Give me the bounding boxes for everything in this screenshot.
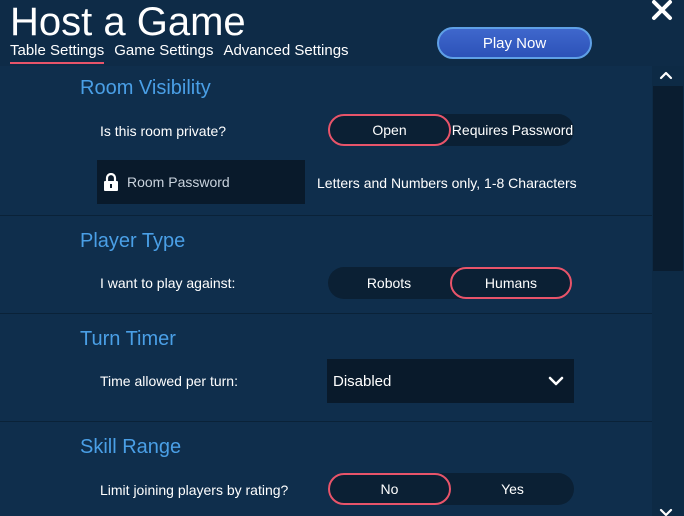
option-yes[interactable]: Yes [451,473,574,505]
room-visibility-title: Room Visibility [80,77,211,99]
private-room-question: Is this room private? [100,123,227,139]
page-title: Host a Game [10,0,246,44]
player-type-toggle: Robots Humans [328,267,572,299]
player-type-section: Player Type I want to play against: Robo… [0,216,652,314]
tab-table-settings[interactable]: Table Settings [10,42,105,64]
skill-range-toggle: No Yes [328,473,574,505]
turn-timer-section: Turn Timer Time allowed per turn: Disabl… [0,314,652,422]
header: Host a Game Table Settings Game Settings… [0,0,684,66]
option-requires-password[interactable]: Requires Password [451,114,574,146]
settings-tabs: Table Settings Game Settings Advanced Se… [10,42,349,64]
option-open[interactable]: Open [328,114,451,146]
room-visibility-section: Room Visibility Is this room private? Op… [0,66,652,216]
room-password-input[interactable] [127,174,287,190]
scrollbar-thumb[interactable] [653,86,683,271]
settings-panel: Room Visibility Is this room private? Op… [0,66,652,516]
password-hint: Letters and Numbers only, 1-8 Characters [317,175,577,191]
play-against-question: I want to play against: [100,275,236,291]
room-password-field[interactable] [97,160,305,204]
option-no[interactable]: No [328,473,451,505]
chevron-up-icon[interactable] [659,70,673,80]
turn-timer-title: Turn Timer [80,328,176,350]
turn-timer-value: Disabled [333,372,392,390]
turn-timer-dropdown[interactable]: Disabled [327,359,574,403]
chevron-down-icon [548,376,564,386]
option-robots[interactable]: Robots [328,267,450,299]
play-now-button[interactable]: Play Now [437,27,592,59]
visibility-toggle: Open Requires Password [328,114,574,146]
close-icon[interactable] [650,0,674,22]
skill-range-title: Skill Range [80,436,182,458]
tab-advanced-settings[interactable]: Advanced Settings [223,42,348,64]
skill-range-section: Skill Range Limit joining players by rat… [0,422,652,516]
time-per-turn-label: Time allowed per turn: [100,373,238,389]
option-humans[interactable]: Humans [449,267,572,299]
tab-game-settings[interactable]: Game Settings [114,42,213,64]
limit-rating-question: Limit joining players by rating? [100,482,289,498]
chevron-down-scroll-icon[interactable] [659,508,673,516]
lock-icon [104,173,118,191]
player-type-title: Player Type [80,230,186,252]
